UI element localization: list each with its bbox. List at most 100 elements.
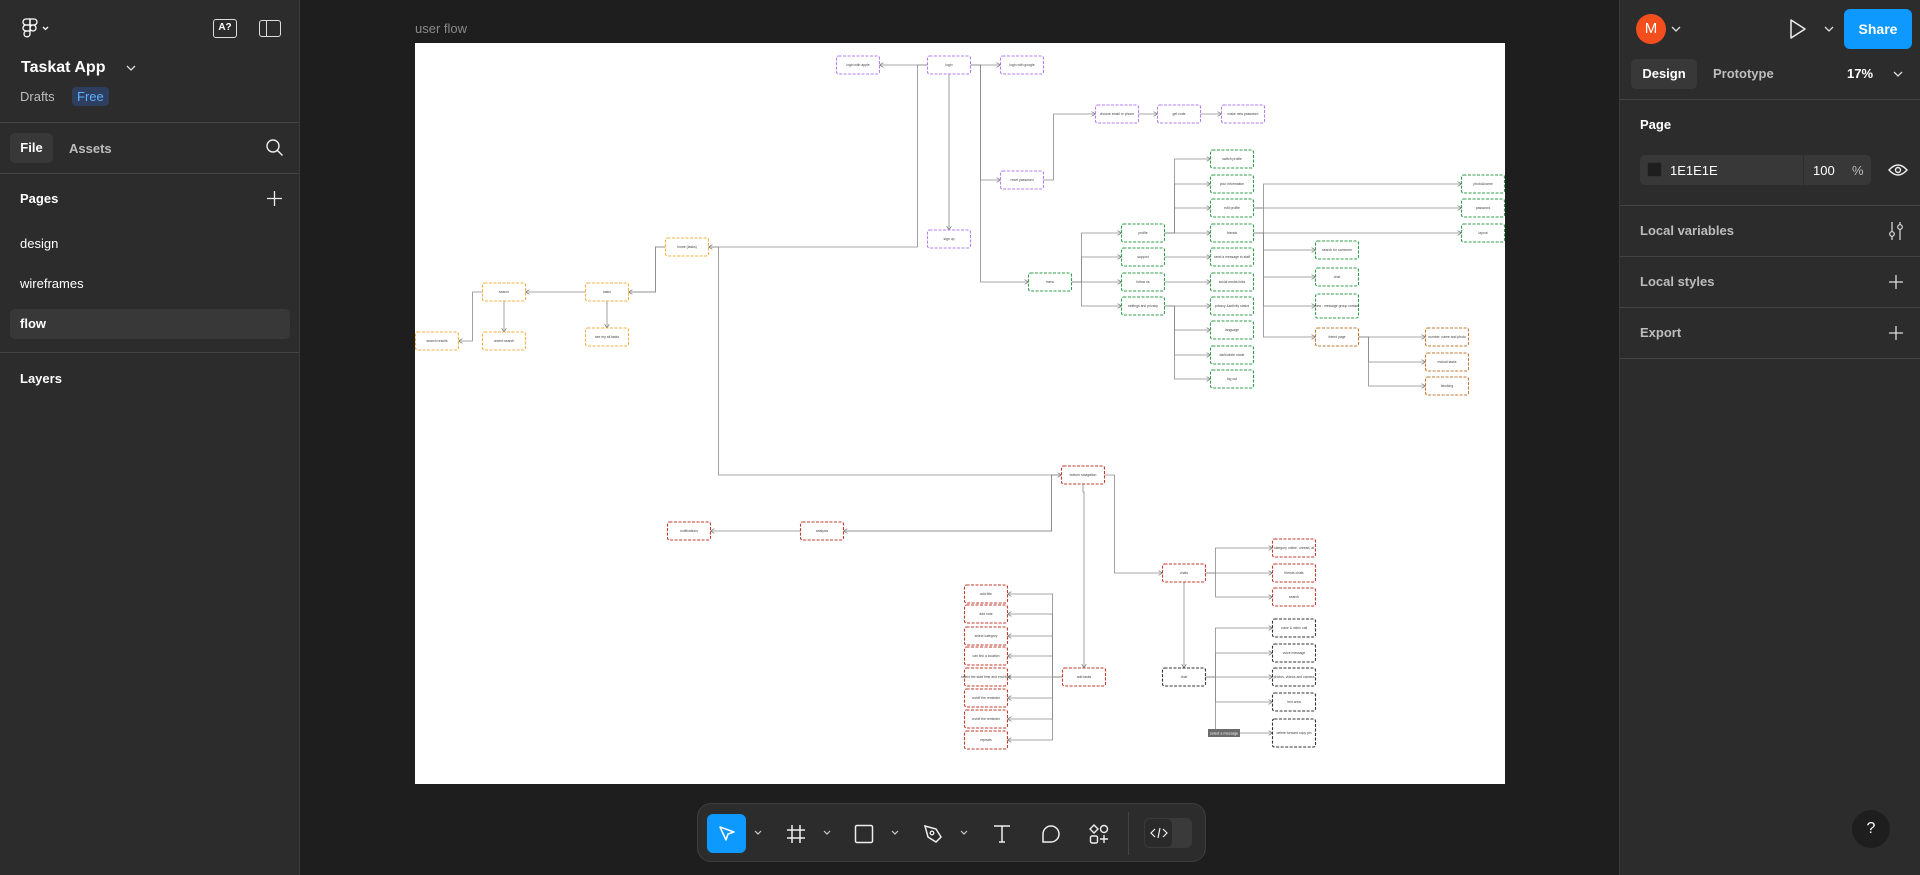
flow-node-fchat[interactable]: chat [1314, 267, 1360, 287]
flow-node-tasks[interactable]: tasks [584, 282, 630, 302]
chevron-down-icon[interactable] [753, 829, 763, 839]
sidebar-toggle-icon[interactable] [259, 20, 281, 37]
figma-logo-icon[interactable] [22, 18, 50, 38]
flow-node-friends[interactable]: friends [1209, 223, 1255, 243]
flow-node-t4[interactable]: can link a location [963, 646, 1009, 666]
pen-tool-icon[interactable] [913, 814, 952, 853]
chevron-down-icon[interactable] [890, 829, 900, 839]
location-label[interactable]: Drafts [20, 89, 55, 104]
flow-node-analysis[interactable]: analysis [799, 521, 845, 541]
flow-node-layout[interactable]: layout [1460, 223, 1505, 243]
share-button[interactable]: Share [1844, 9, 1912, 49]
page-color-field[interactable]: 1E1E1E 100 % [1640, 155, 1871, 185]
help-button[interactable]: ? [1852, 810, 1890, 848]
actions-tool-icon[interactable] [1079, 814, 1118, 853]
page-item-wireframes[interactable]: wireframes [20, 276, 84, 291]
flow-node-newpw[interactable]: make new password [1220, 104, 1266, 124]
tab-assets[interactable]: Assets [69, 141, 112, 156]
flow-node-blocking[interactable]: blocking [1424, 376, 1470, 396]
add-page-plus-icon[interactable] [267, 191, 282, 206]
flow-node-seeall[interactable]: see my all tasks [584, 327, 630, 347]
flow-node-apple[interactable]: login with apple [835, 55, 881, 75]
flow-node-profile[interactable]: profile [1120, 223, 1166, 243]
flow-node-voice[interactable]: voice message [1271, 643, 1317, 663]
flow-node-info[interactable]: your information [1209, 174, 1255, 194]
flow-node-follow[interactable]: follow us [1120, 272, 1166, 292]
flow-node-t5[interactable]: select the start time and end time [961, 667, 1011, 687]
local-variables-label[interactable]: Local variables [1640, 223, 1734, 238]
flow-node-results[interactable]: search results [415, 331, 460, 351]
color-swatch[interactable] [1647, 162, 1662, 177]
sliders-icon[interactable] [1888, 221, 1904, 241]
play-icon[interactable] [1789, 18, 1807, 40]
chevron-down-icon[interactable] [126, 64, 136, 72]
flow-node-language[interactable]: language [1209, 320, 1255, 340]
frame-label[interactable]: user flow [415, 21, 467, 36]
text-tool-icon[interactable] [982, 814, 1021, 853]
flow-node-number[interactable]: number, name and photo [1424, 327, 1470, 347]
export-label[interactable]: Export [1640, 325, 1681, 340]
tab-prototype[interactable]: Prototype [1713, 66, 1774, 81]
flow-node-mutual[interactable]: mutual tasks [1424, 352, 1470, 372]
tab-file[interactable]: File [10, 133, 53, 163]
flow-node-fpage[interactable]: friend page [1314, 327, 1360, 347]
file-name[interactable]: Taskat App [21, 59, 105, 77]
flow-node-code[interactable]: get code [1156, 104, 1202, 124]
flow-node-t2[interactable]: add note [963, 604, 1009, 624]
flow-node-dark[interactable]: dark/white mode [1209, 345, 1255, 365]
chevron-down-icon[interactable] [822, 829, 832, 839]
flow-node-bottomnav[interactable]: bottom navigation [1060, 465, 1106, 485]
flow-node-t6[interactable]: on/off the reminder [963, 688, 1009, 708]
rectangle-tool-icon[interactable] [844, 814, 883, 853]
local-styles-label[interactable]: Local styles [1640, 274, 1714, 289]
flow-node-search[interactable]: search [481, 282, 527, 302]
flow-node-text[interactable]: text area [1271, 692, 1317, 712]
move-tool-icon[interactable] [707, 814, 746, 853]
flow-node-login[interactable]: login [926, 55, 972, 75]
flow-node-photos[interactable]: photos, videos and camera [1271, 667, 1317, 687]
flow-node-home[interactable]: home (tasks) [664, 237, 710, 257]
flow-node-new[interactable]: new : message group contact [1315, 293, 1359, 319]
flow-node-social[interactable]: social media links [1209, 272, 1255, 292]
frame-tool-icon[interactable] [776, 814, 815, 853]
flow-node-chats[interactable]: chats [1161, 563, 1207, 583]
search-icon[interactable] [265, 138, 285, 158]
ai-icon[interactable]: A? [213, 19, 237, 38]
avatar[interactable]: M [1636, 14, 1666, 44]
flow-node-signup[interactable]: sign up [926, 229, 972, 249]
flow-node-settings[interactable]: settings and privacy [1120, 296, 1166, 316]
chevron-down-icon[interactable] [959, 829, 969, 839]
flow-node-logout[interactable]: log out [1209, 369, 1255, 389]
flow-node-choose[interactable]: choose email or phone [1094, 104, 1140, 124]
flow-node-recent[interactable]: recent search [481, 331, 527, 351]
chevron-down-icon[interactable] [1671, 25, 1681, 33]
flow-node-send[interactable]: send a message to staff [1209, 247, 1255, 267]
flow-node-password[interactable]: password [1460, 198, 1505, 218]
flow-node-support[interactable]: support [1120, 247, 1166, 267]
flow-node-chat[interactable]: chat [1161, 667, 1207, 687]
flow-node-fchats[interactable]: friends chats [1271, 563, 1317, 583]
chevron-down-icon[interactable] [1824, 25, 1834, 33]
chevron-down-icon[interactable] [1893, 71, 1903, 79]
page-item-design[interactable]: design [20, 236, 58, 251]
dev-mode-toggle[interactable] [1144, 818, 1192, 848]
flow-node-privacy[interactable]: privacy &activity status [1209, 296, 1255, 316]
flow-node-t8[interactable]: repeats [963, 730, 1009, 750]
flow-node-category[interactable]: category online, unread, at [1271, 538, 1317, 558]
page-item-flow[interactable]: flow [10, 309, 290, 339]
flow-node-addtasks[interactable]: add tasks [1061, 667, 1107, 687]
eye-icon[interactable] [1888, 162, 1908, 178]
flow-node-t7[interactable]: on/off the reminder [963, 709, 1009, 729]
zoom-level[interactable]: 17% [1847, 66, 1873, 81]
flow-node-delete[interactable]: delete forward copy pin [1271, 718, 1317, 748]
flow-node-someone[interactable]: search for someone [1314, 240, 1360, 260]
page-color-hex[interactable]: 1E1E1E [1670, 163, 1718, 178]
flow-node-menu[interactable]: menu [1027, 272, 1073, 292]
user-flow-frame[interactable]: select a message login with apple login log… [415, 43, 1505, 784]
plus-icon[interactable] [1889, 275, 1903, 289]
plus-icon[interactable] [1889, 326, 1903, 340]
flow-node-google[interactable]: login with google [999, 55, 1045, 75]
tab-design[interactable]: Design [1631, 59, 1697, 89]
flow-node-call[interactable]: voice & video call [1271, 618, 1317, 638]
comment-tool-icon[interactable] [1031, 814, 1070, 853]
